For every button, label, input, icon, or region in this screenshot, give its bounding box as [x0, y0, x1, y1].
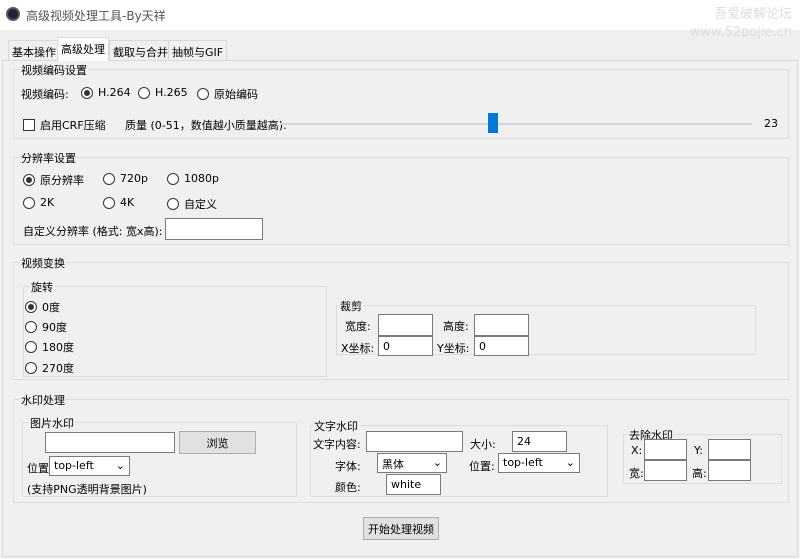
image-path-input[interactable]	[45, 432, 175, 453]
watermark-logo: 吾爱破解论坛 www.52pojie.cn	[689, 7, 792, 40]
image-watermark-group: 图片水印 浏览 位置: top-left ⌄ (支持PNG透明背景图片)	[22, 415, 297, 497]
custom-res-label: 自定义分辨率 (格式: 宽x高):	[23, 225, 163, 238]
radio-h265[interactable]: H.265	[138, 86, 188, 99]
text-font-select[interactable]: 黑体 ⌄	[377, 453, 447, 473]
group-title: 旋转	[30, 279, 54, 295]
tab-basic[interactable]: 基本操作	[8, 40, 60, 60]
advanced-panel: 视频编码设置 视频编码: H.264 H.265 原始编码 启用CRF压缩 质量…	[2, 60, 798, 557]
codec-label: 视频编码:	[21, 88, 69, 101]
start-processing-button[interactable]: 开始处理视频	[363, 517, 439, 540]
crop-width-input[interactable]	[378, 314, 433, 336]
radio-rotate-180[interactable]: 180度	[25, 339, 74, 355]
text-size-label: 大小:	[470, 438, 496, 451]
text-content-input[interactable]	[366, 431, 463, 452]
text-font-label: 字体:	[335, 460, 361, 473]
group-title: 图片水印	[29, 415, 75, 431]
radio-original-res[interactable]: 原分辨率	[23, 172, 84, 188]
chevron-down-icon: ⌄	[115, 459, 125, 472]
browse-button[interactable]: 浏览	[179, 431, 256, 454]
quality-slider-track[interactable]	[280, 123, 752, 125]
text-color-input[interactable]: white	[386, 474, 441, 495]
text-position-label: 位置:	[469, 460, 495, 473]
remove-watermark-group: 去除水印 X: Y: 宽: 高:	[623, 427, 782, 484]
group-title: 视频变换	[20, 255, 66, 271]
radio-original-codec[interactable]: 原始编码	[197, 86, 258, 102]
quality-value: 23	[764, 117, 778, 130]
text-size-input[interactable]: 24	[512, 431, 567, 452]
radio-h264[interactable]: H.264	[81, 86, 131, 99]
crop-y-label: Y坐标:	[437, 342, 470, 355]
radio-4k[interactable]: 4K	[103, 196, 134, 209]
window-title: 高级视频处理工具-By天祥	[26, 9, 166, 23]
group-title: 水印处理	[20, 392, 66, 408]
quality-slider-thumb[interactable]	[487, 113, 498, 133]
text-color-label: 颜色:	[335, 481, 361, 494]
group-title: 裁剪	[339, 298, 363, 314]
crop-y-input[interactable]: 0	[474, 336, 529, 356]
remove-h-label: 高:	[692, 467, 707, 480]
remove-y-input[interactable]	[708, 439, 751, 460]
remove-w-input[interactable]	[644, 460, 687, 481]
radio-rotate-270[interactable]: 270度	[25, 360, 74, 376]
tab-cut-merge[interactable]: 截取与合并	[109, 40, 172, 60]
remove-y-label: Y:	[694, 444, 703, 457]
radio-custom[interactable]: 自定义	[167, 196, 217, 212]
text-content-label: 文字内容:	[313, 438, 361, 451]
radio-2k[interactable]: 2K	[23, 196, 54, 209]
remove-x-label: X:	[631, 444, 643, 457]
resolution-group: 分辨率设置 原分辨率 720p 1080p 2K 4K 自定义 自定义分辨率 (…	[13, 150, 789, 245]
image-position-select[interactable]: top-left ⌄	[49, 456, 130, 476]
chevron-down-icon: ⌄	[565, 456, 575, 469]
image-hint: (支持PNG透明背景图片)	[27, 483, 147, 496]
crop-x-label: X坐标:	[341, 342, 375, 355]
quality-label: 质量 (0-51，数值越小质量越高):	[125, 119, 287, 132]
group-title: 文字水印	[313, 418, 359, 434]
text-watermark-group: 文字水印 文字内容: 大小: 24 字体: 黑体 ⌄ 位置: top-left ⌄ …	[310, 418, 608, 497]
crop-height-input[interactable]	[474, 314, 529, 336]
remove-x-input[interactable]	[644, 439, 687, 460]
custom-res-input[interactable]	[165, 218, 263, 240]
radio-1080p[interactable]: 1080p	[167, 172, 219, 185]
watermark-group: 水印处理 图片水印 浏览 位置: top-left ⌄ (支持PNG透明背景图片)…	[13, 392, 789, 503]
transform-group: 视频变换 旋转 0度 90度 180度 270度 裁剪 宽度: 高度: X坐标:…	[13, 255, 789, 380]
text-position-select[interactable]: top-left ⌄	[498, 453, 580, 473]
app-icon	[6, 7, 20, 21]
radio-rotate-90[interactable]: 90度	[25, 319, 67, 335]
encoding-group: 视频编码设置 视频编码: H.264 H.265 原始编码 启用CRF压缩 质量…	[13, 62, 789, 139]
chevron-down-icon: ⌄	[432, 456, 442, 469]
remove-w-label: 宽:	[629, 467, 644, 480]
crf-checkbox[interactable]: 启用CRF压缩	[23, 117, 106, 133]
tab-advanced[interactable]: 高级处理	[57, 37, 109, 61]
crop-width-label: 宽度:	[345, 320, 371, 333]
remove-h-input[interactable]	[708, 460, 751, 481]
radio-720p[interactable]: 720p	[103, 172, 148, 185]
crop-group: 裁剪 宽度: 高度: X坐标: 0 Y坐标: 0	[336, 298, 756, 356]
crop-x-input[interactable]: 0	[378, 336, 433, 356]
crop-height-label: 高度:	[443, 320, 469, 333]
group-title: 分辨率设置	[20, 150, 77, 166]
rotate-group: 旋转 0度 90度 180度 270度	[23, 279, 327, 377]
tab-frames-gif[interactable]: 抽帧与GIF	[168, 40, 228, 60]
group-title: 视频编码设置	[20, 62, 88, 78]
radio-rotate-0[interactable]: 0度	[25, 299, 60, 315]
